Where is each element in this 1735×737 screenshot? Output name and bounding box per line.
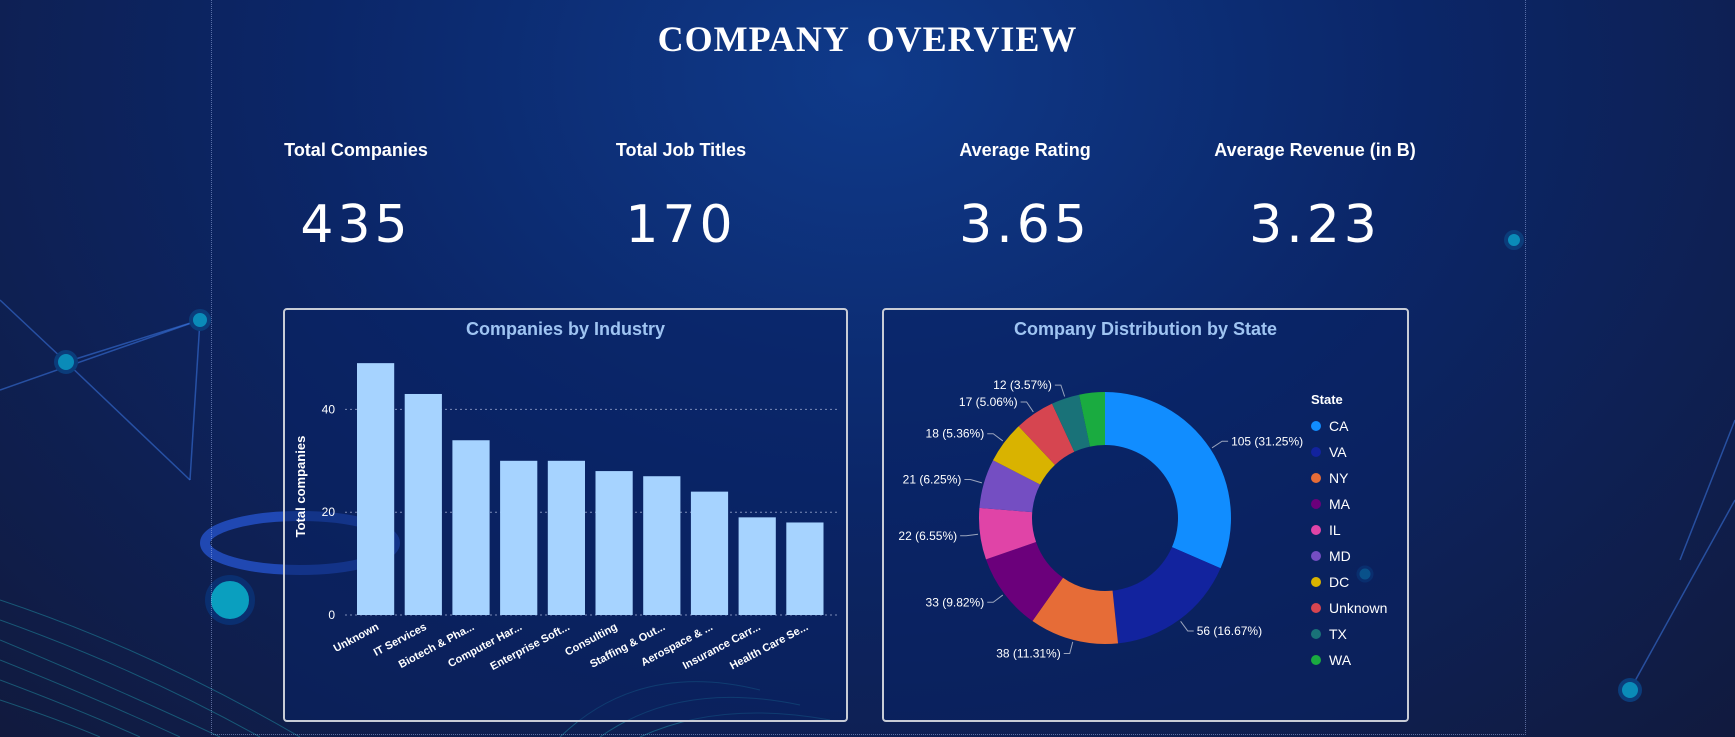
kpi-total-job-titles-value: 170 xyxy=(625,195,737,255)
slice-data-label: 17 (5.06%) xyxy=(959,395,1018,409)
state-chart-panel[interactable]: Company Distribution by State 105 (31.25… xyxy=(882,308,1409,722)
kpi-average-revenue-label: Average Revenue (in B) xyxy=(1214,140,1416,160)
industry-bar[interactable] xyxy=(595,471,633,615)
page-title: COMPANY OVERVIEW xyxy=(657,19,1078,59)
y-tick-label: 40 xyxy=(322,402,336,416)
kpi-total-job-titles-label: Total Job Titles xyxy=(615,140,747,160)
legend-item-ma[interactable]: MA xyxy=(1311,491,1387,517)
industry-bar[interactable] xyxy=(690,491,729,615)
y-tick-label: 0 xyxy=(328,608,335,622)
x-tick-label: Health Care Se... xyxy=(728,621,810,672)
legend-label: CA xyxy=(1329,418,1349,434)
slice-data-label: 105 (31.25%) xyxy=(1231,434,1303,448)
legend-title: State xyxy=(1311,392,1343,407)
industry-bar[interactable] xyxy=(643,476,681,615)
industry-bar[interactable] xyxy=(786,522,824,615)
slice-data-label: 33 (9.82%) xyxy=(926,595,985,609)
legend-item-ca[interactable]: CA xyxy=(1311,413,1387,439)
industry-bar[interactable] xyxy=(404,393,442,615)
slice-data-label: 21 (6.25%) xyxy=(903,473,962,487)
kpi-total-companies-label: Total Companies xyxy=(284,140,428,160)
legend-swatch xyxy=(1311,603,1321,613)
state-legend: State CA VA NY MA IL MD DC Unknown TX WA xyxy=(1311,392,1387,673)
slice-leader-line xyxy=(987,433,1004,442)
legend-label: NY xyxy=(1329,470,1349,486)
legend-label: WA xyxy=(1329,652,1352,668)
legend-item-unknown[interactable]: Unknown xyxy=(1311,595,1387,621)
y-tick-label: 20 xyxy=(322,505,336,519)
kpi-average-rating-label: Average Rating xyxy=(959,140,1091,160)
industry-bar[interactable] xyxy=(738,517,776,615)
legend-swatch xyxy=(1311,577,1321,587)
legend-swatch xyxy=(1311,655,1321,665)
kpi-total-companies-value: 435 xyxy=(300,195,412,255)
x-tick-label: Enterprise Soft... xyxy=(488,621,571,673)
donut-slice-ca[interactable] xyxy=(1105,392,1231,569)
slice-data-label: 18 (5.36%) xyxy=(926,427,985,441)
industry-bar[interactable] xyxy=(452,440,490,615)
slice-leader-line xyxy=(1054,384,1066,397)
slice-leader-line xyxy=(1063,641,1074,654)
legend-label: MA xyxy=(1329,496,1350,512)
slice-leader-line xyxy=(964,479,983,484)
legend-item-tx[interactable]: TX xyxy=(1311,621,1387,647)
slice-data-label: 38 (11.31%) xyxy=(996,646,1060,660)
industry-chart-panel[interactable]: Companies by Industry 0 20 40 Total compani… xyxy=(283,308,848,722)
legend-swatch xyxy=(1311,421,1321,431)
slice-leader-line xyxy=(1180,620,1194,632)
legend-swatch xyxy=(1311,551,1321,561)
slice-data-label: 12 (3.57%) xyxy=(993,378,1052,392)
legend-label: IL xyxy=(1329,522,1341,538)
slice-leader-line xyxy=(1211,440,1229,449)
legend-swatch xyxy=(1311,525,1321,535)
legend-swatch xyxy=(1311,473,1321,483)
kpi-average-rating-value: 3.65 xyxy=(959,195,1091,255)
legend-item-md[interactable]: MD xyxy=(1311,543,1387,569)
legend-label: VA xyxy=(1329,444,1347,460)
legend-label: TX xyxy=(1329,626,1347,642)
y-axis-label: Total companies xyxy=(293,436,308,538)
legend-swatch xyxy=(1311,629,1321,639)
legend-item-ny[interactable]: NY xyxy=(1311,465,1387,491)
legend-swatch xyxy=(1311,499,1321,509)
slice-data-label: 56 (16.67%) xyxy=(1197,624,1262,638)
slice-leader-line xyxy=(960,533,979,537)
kpi-average-revenue-value: 3.23 xyxy=(1249,195,1381,255)
industry-bar[interactable] xyxy=(357,363,395,615)
slice-leader-line xyxy=(1020,401,1034,413)
industry-bar[interactable] xyxy=(547,460,586,615)
legend-label: Unknown xyxy=(1329,600,1388,616)
slice-leader-line xyxy=(987,594,1004,603)
legend-item-il[interactable]: IL xyxy=(1311,517,1387,543)
legend-label: MD xyxy=(1329,548,1351,564)
legend-item-dc[interactable]: DC xyxy=(1311,569,1387,595)
legend-label: DC xyxy=(1329,574,1350,590)
legend-swatch xyxy=(1311,447,1321,457)
industry-bar[interactable] xyxy=(500,460,538,615)
legend-item-wa[interactable]: WA xyxy=(1311,647,1387,673)
legend-item-va[interactable]: VA xyxy=(1311,439,1387,465)
industry-bar-chart[interactable]: 02040Total companiesUnknownIT ServicesBi… xyxy=(285,310,846,720)
slice-data-label: 22 (6.55%) xyxy=(898,529,957,543)
